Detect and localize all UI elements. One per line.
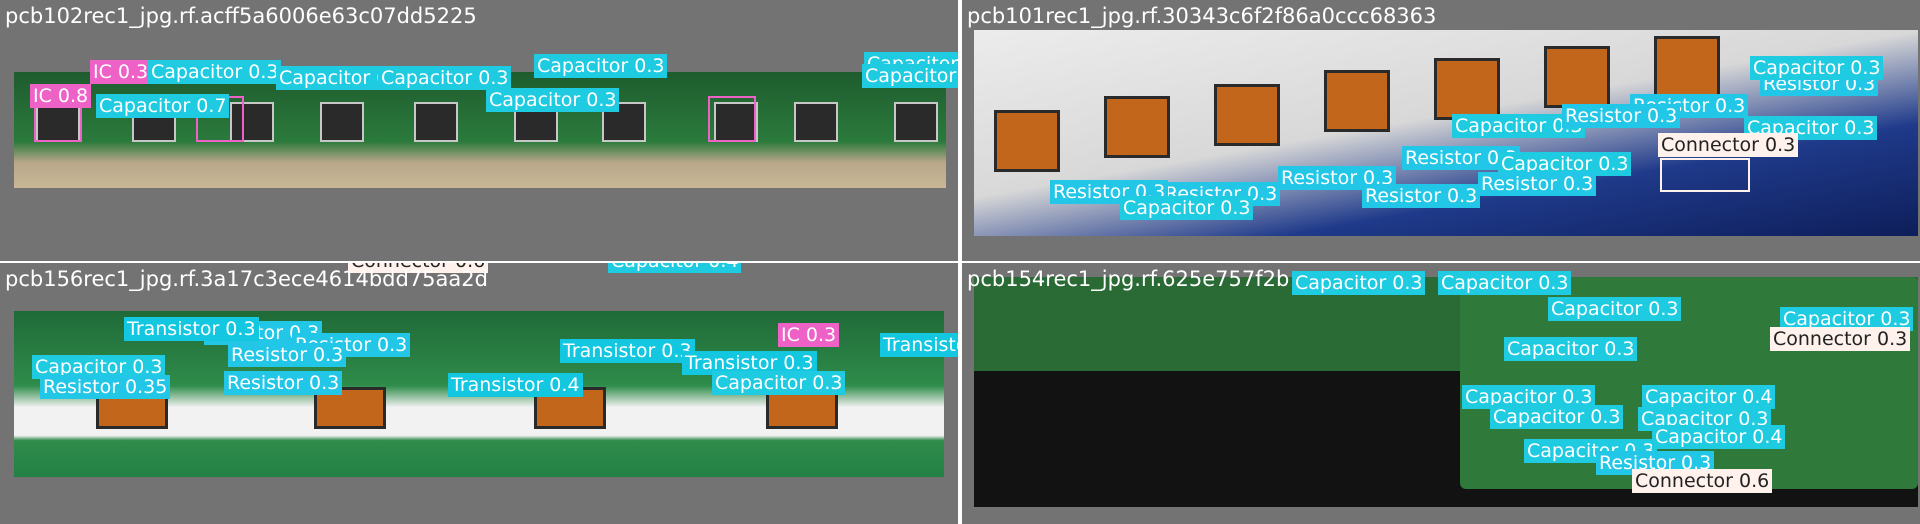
detection-label-connector: Connector 0.3 <box>1658 133 1799 157</box>
detection-label-resistor: Resistor 0.3 <box>224 371 343 395</box>
detection-label-capacitor: Capacitor 0.3 <box>378 66 512 90</box>
detection-label-capacitor: Capacitor 0.3 <box>1504 337 1638 361</box>
detection-label-capacitor: Capacitor 0.3 <box>712 371 846 395</box>
detection-label-resistor: Resistor 0.35 <box>40 375 171 399</box>
panel-title: pcb102rec1_jpg.rf.acff5a6006e63c07dd5225 <box>5 4 477 28</box>
panel-pcb101: pcb101rec1_jpg.rf.30343c6f2f86a0ccc68363… <box>962 0 1920 261</box>
detection-label-connector: Connector 0.6 <box>1632 469 1773 493</box>
detection-box-connector <box>1660 158 1750 192</box>
detection-label-resistor: Resistor 0.3 <box>228 343 347 367</box>
detection-label-capacitor: Capacitor 0.3 <box>1750 56 1884 80</box>
detection-label-capacitor: Capacitor 0.4 <box>1642 385 1776 409</box>
panel-title: pcb101rec1_jpg.rf.30343c6f2f86a0ccc68363 <box>967 4 1437 28</box>
detection-label-capacitor: Capacitor 0.4 <box>1652 425 1786 449</box>
panel-pcb154: pcb154rec1_jpg.rf.625e757f2b Capacitor 0… <box>962 263 1920 524</box>
detection-label-transistor: Transistor 0.3 <box>880 333 958 357</box>
detection-label-capacitor: Capacitor 0.3 <box>862 64 958 88</box>
detection-label-ic: IC 0.8 <box>30 84 92 108</box>
detection-label-capacitor: Capacitor 0.3 <box>1120 196 1254 220</box>
panel-title: pcb154rec1_jpg.rf.625e757f2b <box>967 267 1290 291</box>
detection-label-resistor: Resistor 0.3 <box>1362 184 1481 208</box>
panel-title: pcb156rec1_jpg.rf.3a17c3ece4614bdd75aa2d <box>5 267 488 291</box>
detection-label-capacitor: Capacitor 0.7 <box>96 94 230 118</box>
detection-label-resistor: Resistor 0.3 <box>1478 172 1597 196</box>
pcb-image <box>974 277 1918 507</box>
panel-pcb156: pcb156rec1_jpg.rf.3a17c3ece4614bdd75aa2d… <box>0 263 958 524</box>
detection-label-ic: IC 0.3 <box>90 60 152 84</box>
detection-label-connector: Connector 0.3 <box>1770 327 1911 351</box>
detection-label-capacitor: Capacitor 0.3 <box>148 60 282 84</box>
detection-label-capacitor: Capacitor 0.3 <box>1490 405 1624 429</box>
detection-label-transistor: Transistor 0.3 <box>124 317 259 341</box>
detection-label-capacitor: Capacitor 0.3 <box>1548 297 1682 321</box>
detection-box-ic <box>708 96 756 142</box>
detection-label-capacitor: Capacitor 0.4 <box>608 263 742 273</box>
detection-label-capacitor: Capacitor 0.3 <box>534 54 668 78</box>
detection-label-capacitor: Capacitor 0.3 <box>1438 271 1572 295</box>
detection-label-capacitor: Capacitor 0.3 <box>486 88 620 112</box>
detection-label-resistor: Resistor 0.3 <box>1562 104 1681 128</box>
detection-label-ic: IC 0.3 <box>778 323 840 347</box>
panel-pcb102: pcb102rec1_jpg.rf.acff5a6006e63c07dd5225… <box>0 0 958 261</box>
detection-label-transistor: Transistor 0.4 <box>448 373 583 397</box>
detection-label-transistor: Transistor 0.3 <box>560 339 695 363</box>
detection-label-capacitor: Capacitor 0.3 <box>1292 271 1426 295</box>
